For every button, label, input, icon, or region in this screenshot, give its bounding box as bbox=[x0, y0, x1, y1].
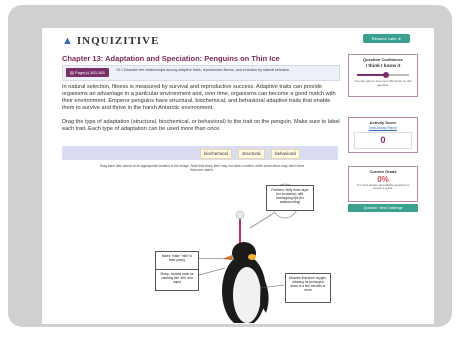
confidence-slider-handle[interactable] bbox=[382, 72, 389, 78]
logo-icon: ▲ bbox=[62, 35, 74, 47]
trait-label-muscles[interactable]: Muscles that store oxygen, allowing for … bbox=[285, 273, 331, 303]
drag-options-bar: biochemical structural behavioral bbox=[62, 146, 338, 160]
chip-biochemical[interactable]: biochemical bbox=[200, 149, 232, 159]
trait-label-milk[interactable]: Males: make "milk" to feed young bbox=[155, 251, 199, 270]
activity-score-panel: Activity Score View Activity Report 0 bbox=[348, 117, 418, 153]
activity-score-value: 0 bbox=[354, 132, 412, 149]
penguin-diagram: Feathers: fluffy down layer (for insulat… bbox=[140, 173, 331, 324]
intro-paragraph: In natural selection, fitness is measure… bbox=[62, 84, 336, 111]
header: ▲ INQUIZITIVE Resume Later ➤ bbox=[42, 28, 434, 50]
current-grade-panel: Current Grade 0% You must answer all ava… bbox=[348, 166, 418, 202]
chip-behavioral[interactable]: behavioral bbox=[271, 149, 300, 159]
view-challenge-button[interactable]: Question: View Challenge bbox=[348, 204, 418, 212]
question-prompt: Drag the type of adaptation (structural,… bbox=[62, 119, 340, 132]
current-grade-title: Current Grade bbox=[369, 169, 397, 174]
tablet-frame: ▲ INQUIZITIVE Resume Later ➤ Chapter 13: … bbox=[8, 5, 452, 327]
page-reference-link[interactable]: ▤ Page(s) 383-385 bbox=[66, 68, 109, 77]
trait-label-beak[interactable]: Sharp, hooked beak for catching fish, kr… bbox=[155, 269, 199, 291]
current-grade-note: You must answer all available questions … bbox=[356, 183, 410, 191]
chapter-title: Chapter 13: Adaptation and Speciation: P… bbox=[62, 54, 280, 63]
trait-label-feathers[interactable]: Feathers: fluffy down layer (for insulat… bbox=[266, 185, 314, 211]
confidence-slider[interactable] bbox=[357, 72, 409, 78]
screen: ▲ INQUIZITIVE Resume Later ➤ Chapter 13: … bbox=[42, 28, 434, 324]
confidence-slider-fill bbox=[357, 74, 386, 76]
book-icon: ▤ bbox=[70, 70, 74, 75]
confidence-title: Question Confidence bbox=[362, 57, 404, 62]
resume-later-button[interactable]: Resume Later ➤ bbox=[363, 34, 410, 43]
activity-score-title: Activity Score bbox=[369, 120, 397, 125]
activity-report-link[interactable]: View Activity Report bbox=[349, 126, 417, 130]
learning-objective: ▤ Page(s) 383-385 13.1 Describe the rela… bbox=[62, 65, 340, 81]
confidence-value: I think I know it bbox=[365, 64, 401, 69]
confidence-panel: Question Confidence I think I know it Yo… bbox=[348, 54, 418, 97]
chip-structural[interactable]: structural bbox=[238, 149, 265, 159]
confidence-note: You can gain or lose up to 80 points on … bbox=[354, 79, 412, 87]
logo: ▲ INQUIZITIVE bbox=[62, 35, 160, 47]
objective-text: 13.1 Describe the relationships among ad… bbox=[116, 68, 291, 72]
drag-instructions: Drag each item above to its appropriate … bbox=[99, 164, 305, 172]
